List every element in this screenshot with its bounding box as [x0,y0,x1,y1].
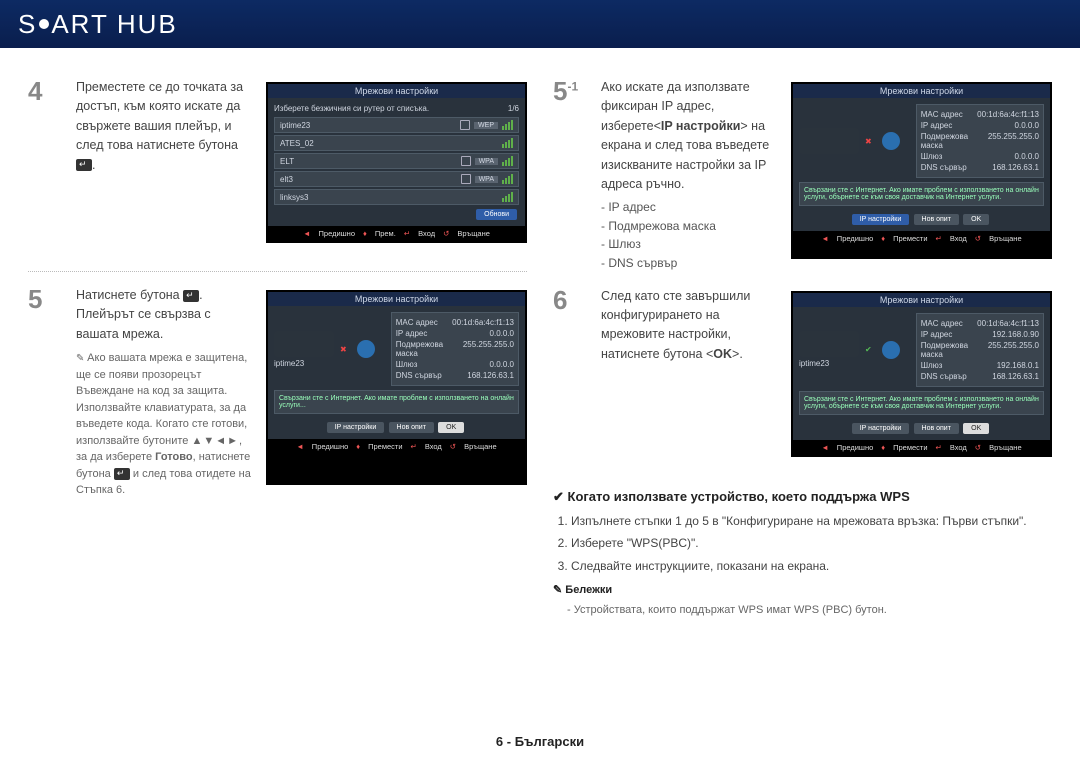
status-bar: ◄Предишно ♦Прем. ↵Вход ↺Връщане [268,226,525,241]
status-bar: ◄Предишно ♦Премести ↵Вход ↺Връщане [793,231,1050,246]
ip-field-list: IP адрес Подмрежова маска Шлюз DNS сървъ… [601,198,781,272]
ok-button: OK [963,423,989,434]
router-row: linksys3 [274,189,519,205]
device-icon [274,331,334,357]
step-number: 6 [553,287,593,365]
globe-icon [882,132,900,150]
left-column: 4 Преместете се до точката за достъп, къ… [28,78,527,619]
lock-icon [461,174,471,184]
retry-button: Нов опит [914,423,959,434]
note-text: - Устройствата, които поддържат WPS имат… [567,602,1052,619]
banner-pre: S [18,9,37,40]
step-5: 5 Натиснете бутона . Плейърът се свързва… [28,286,527,499]
step-text: След като сте завършили конфигурирането … [601,287,781,365]
screenshot-network-ok: Мрежови настройки iptime23 ✔ MAC адрес00… [791,291,1052,457]
banner: S ART HUB [0,0,1080,48]
ok-button: OK [963,214,989,225]
ip-settings-button: IP настройки [327,422,385,433]
screenshot-network-status: Мрежови настройки iptime23 ✖ MAC адрес00… [266,290,527,485]
router-row: elt3WPA [274,171,519,187]
screenshot-router-list: Мрежови настройки Изберете безжичния си … [266,82,527,243]
ip-settings-button: IP настройки [852,214,910,225]
notes-heading: Бележки [553,583,1052,596]
device-icon [799,128,859,154]
step-number: 5 [28,286,68,499]
note: Ако вашата мрежа е защитена, ще се появи… [76,350,256,499]
step-text: Натиснете бутона . Плейърът се свързва с… [76,286,256,499]
wps-section: ✔ Когато използвате устройство, което по… [553,489,1052,619]
banner-post: HUB [117,9,178,40]
ok-button: OK [438,422,464,433]
device-icon [799,331,859,357]
divider [28,271,527,272]
wps-heading: ✔ Когато използвате устройство, което по… [553,489,1052,505]
status-bar: ◄Предишно ♦Премести ↵Вход ↺Връщане [793,440,1050,455]
status-bar: ◄Предишно ♦Премести ↵Вход ↺Връщане [268,439,525,454]
enter-icon [76,159,92,171]
step-number: 5-1 [553,78,593,273]
retry-button: Нов опит [914,214,959,225]
step-6: 6 След като сте завършили конфигуриранет… [553,287,1052,471]
router-row: iptime23WEP [274,117,519,133]
wps-steps: Изпълнете стъпки 1 до 5 в "Конфигуриране… [571,513,1052,575]
lock-icon [461,156,471,166]
enter-icon [114,468,130,480]
router-row: ATES_02 [274,135,519,151]
banner-mid: ART [51,9,109,40]
step-4: 4 Преместете се до точката за достъп, къ… [28,78,527,257]
step-text: Ако искате да използвате фиксиран IP адр… [601,78,781,273]
globe-icon [882,341,900,359]
router-row: ELTWPA [274,153,519,169]
lock-icon [460,120,470,130]
refresh-button: Обнови [476,209,517,220]
globe-icon [357,340,375,358]
ip-settings-button: IP настройки [852,423,910,434]
logo-dot-icon [39,19,49,29]
step-number: 4 [28,78,68,175]
arrow-icons: ▲▼◄► [191,435,239,447]
enter-icon [183,290,199,302]
right-column: 5-1 Ако искате да използвате фиксиран IP… [553,78,1052,619]
step-text: Преместете се до точката за достъп, към … [76,78,256,175]
step-5-1: 5-1 Ако искате да използвате фиксиран IP… [553,78,1052,273]
screenshot-ip-settings: Мрежови настройки ✖ MAC адрес00:1d:6a:4c… [791,82,1052,259]
retry-button: Нов опит [389,422,434,433]
page-footer: 6 - Български [0,734,1080,749]
